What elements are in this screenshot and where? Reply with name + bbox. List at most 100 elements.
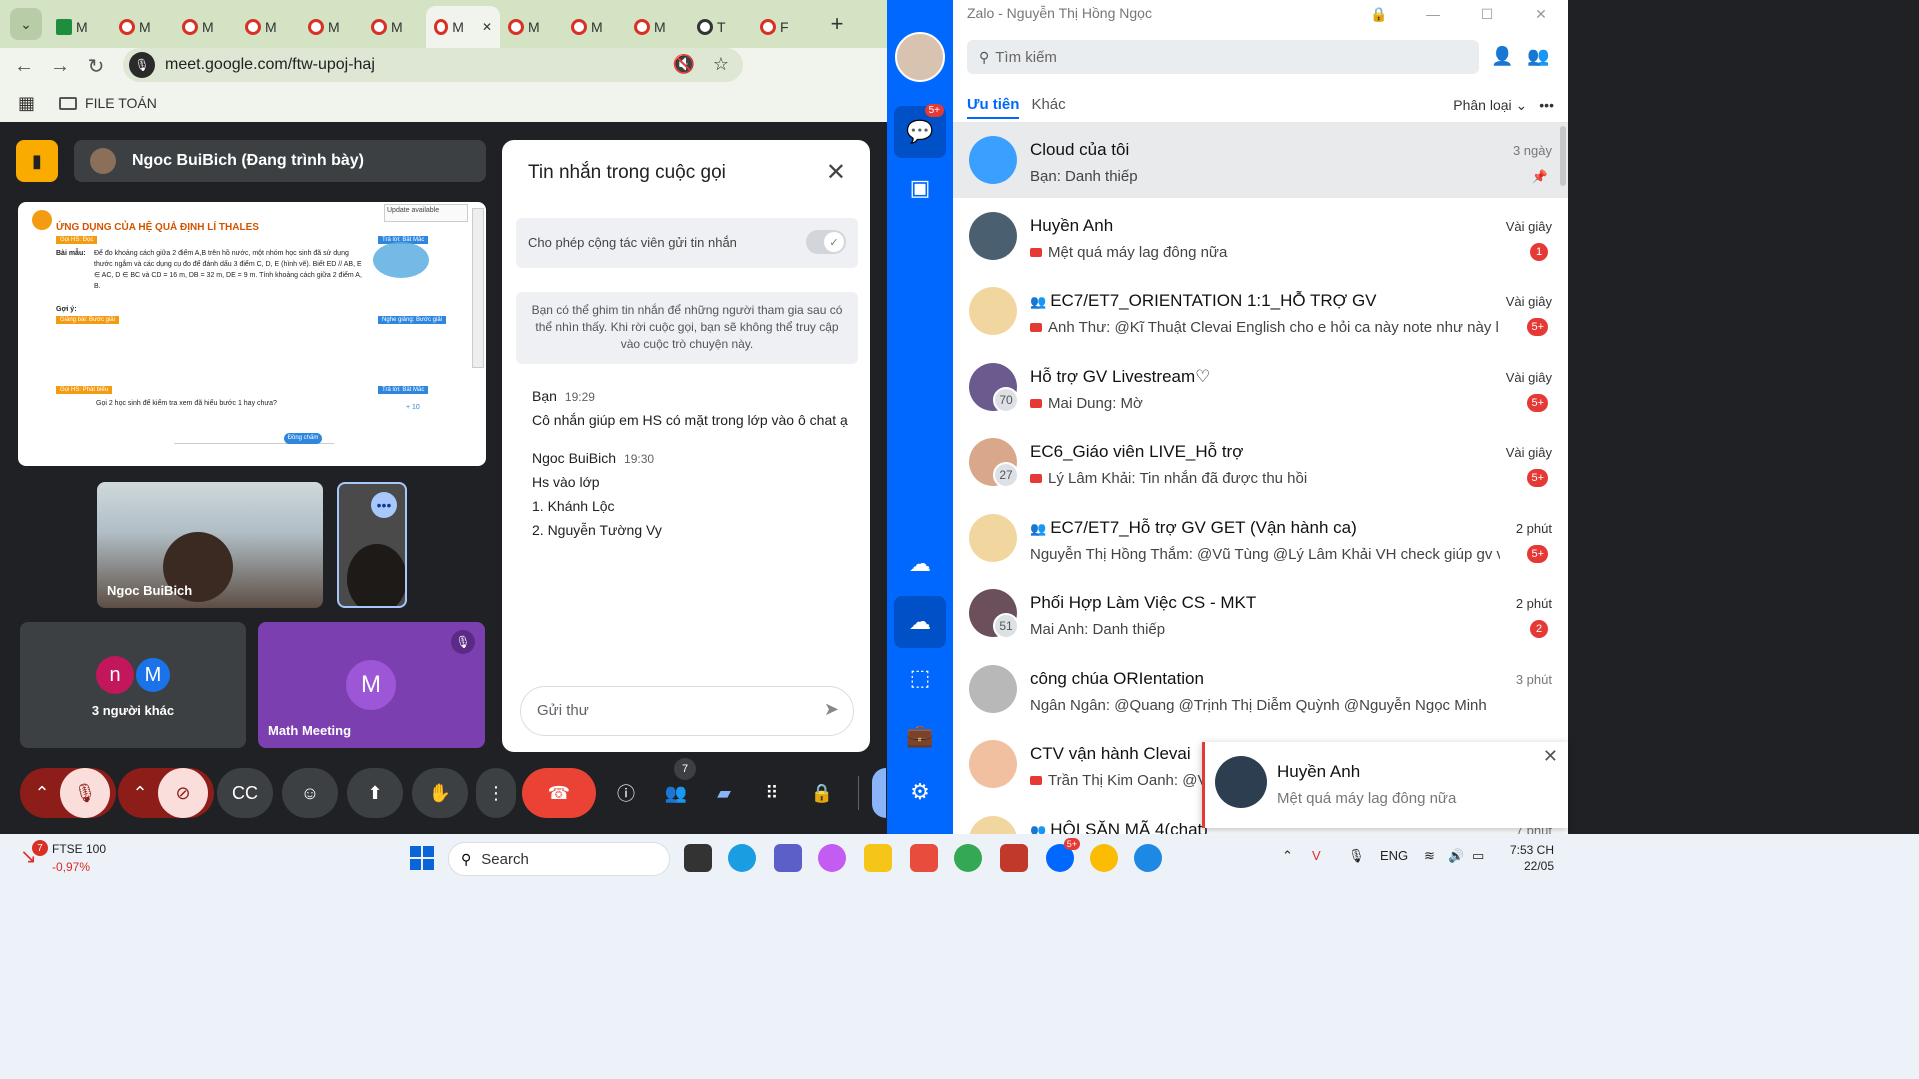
wps-icon[interactable] (910, 844, 938, 872)
browser-tab[interactable]: M (48, 9, 111, 45)
allow-messages-toggle[interactable]: ✓ (806, 230, 846, 254)
toolbox-icon[interactable]: 💼 (894, 710, 946, 762)
task-view-icon[interactable] (684, 844, 712, 872)
tab-muted-icon[interactable]: 🔇 (672, 54, 694, 75)
emoji-reaction-button[interactable]: ☺ (282, 768, 338, 818)
conversation-item[interactable]: công chúa ORIentation Ngân Ngân: @Quang @… (953, 652, 1568, 727)
add-friend-icon[interactable]: 👤 (1491, 46, 1513, 67)
lock-icon[interactable]: 🔒 (1352, 0, 1406, 28)
host-controls-icon[interactable]: 🔒 (802, 768, 842, 818)
app-icon[interactable] (1134, 844, 1162, 872)
chrome-icon[interactable] (954, 844, 982, 872)
screenshot-icon[interactable]: ⬚ (894, 652, 946, 704)
apps-grid-icon[interactable]: ▦ (18, 93, 35, 114)
browser-tab[interactable]: M (563, 9, 626, 45)
browser-tab[interactable]: M (174, 9, 237, 45)
zcloud-icon[interactable]: ☁ (894, 538, 946, 590)
app-icon[interactable] (1000, 844, 1028, 872)
browser-tab[interactable]: M (500, 9, 563, 45)
mic-options-chevron-icon[interactable]: ⌃ (22, 768, 62, 818)
leave-call-button[interactable]: ☎ (522, 768, 596, 818)
chat-message-input[interactable]: Gửi thư ➤ (520, 686, 854, 736)
browser-tab[interactable]: M (111, 9, 174, 45)
copilot-icon[interactable] (818, 844, 846, 872)
browser-tab[interactable]: M (237, 9, 300, 45)
settings-icon[interactable]: ⚙ (894, 766, 946, 818)
close-window-button[interactable]: ✕ (1514, 0, 1568, 28)
bookmark-folder[interactable]: FILE TOÁN (59, 95, 157, 111)
microphone-icon[interactable]: 🎙 (1348, 848, 1365, 864)
volume-icon[interactable]: 🔊 (1448, 848, 1464, 864)
camera-options-chevron-icon[interactable]: ⌃ (120, 768, 160, 818)
back-button[interactable]: ← (6, 48, 42, 84)
new-tab-button[interactable]: + (823, 10, 851, 38)
battery-icon[interactable]: ▭ (1472, 848, 1484, 864)
more-icon[interactable]: ••• (1539, 97, 1554, 114)
close-icon[interactable]: ✕ (826, 158, 846, 187)
participant-tile-math[interactable]: 🎙 M Math Meeting (258, 622, 485, 748)
tab-other[interactable]: Khác (1031, 96, 1065, 119)
tab-priority[interactable]: Ưu tiên (967, 96, 1020, 119)
more-options-icon[interactable]: ••• (371, 492, 397, 518)
participant-tile-others[interactable]: n M 3 người khác (20, 622, 246, 748)
conversation-item[interactable]: Cloud của tôi Bạn: Danh thiếp 3 ngày 📌 (953, 123, 1568, 198)
language-indicator[interactable]: ENG (1380, 848, 1408, 863)
zalo-taskbar-icon[interactable]: 5+ (1046, 838, 1080, 872)
browser-tab[interactable]: F (752, 9, 815, 45)
taskbar-search[interactable]: ⚲ Search (448, 842, 670, 876)
more-options-button[interactable]: ⋮ (476, 768, 516, 818)
teams-icon[interactable] (774, 844, 802, 872)
conversation-item[interactable]: Huyền Anh Mệt quá máy lag đông nữa Vài giâ… (953, 199, 1568, 274)
edge-icon[interactable] (728, 844, 756, 872)
meeting-info-icon[interactable]: ⓘ (606, 768, 646, 818)
conversation-item[interactable]: 51 Phối Hợp Làm Việc CS - MKT Mai Anh: Dan… (953, 576, 1568, 651)
show-hidden-icons[interactable]: ⌃ (1282, 848, 1293, 864)
sticky-notes-icon[interactable] (864, 844, 892, 872)
my-avatar[interactable] (895, 32, 945, 82)
camera-toggle-button[interactable]: ⊘ (158, 768, 208, 818)
browser-tab[interactable]: M (300, 9, 363, 45)
zalo-search-input[interactable]: ⚲ Tìm kiếm (967, 40, 1479, 74)
vpn-icon[interactable]: V (1312, 848, 1321, 863)
minimize-button[interactable]: — (1406, 0, 1460, 28)
browser-tab[interactable]: T (689, 9, 752, 45)
send-icon[interactable]: ➤ (824, 699, 839, 720)
scrollbar[interactable] (1560, 126, 1566, 186)
create-group-icon[interactable]: 👥 (1527, 46, 1549, 67)
chrome-profile-icon[interactable] (1090, 844, 1118, 872)
participant-tile-presenter[interactable]: Ngoc BuiBich (97, 482, 323, 608)
clock[interactable]: 7:53 CH 22/05 (1504, 842, 1554, 874)
wifi-icon[interactable]: ≋ (1424, 848, 1435, 864)
raise-hand-button[interactable]: ✋ (412, 768, 468, 818)
conversation-item[interactable]: 70 Hỗ trợ GV Livestream♡ Mai Dung: Mờ Vài g… (953, 350, 1568, 425)
participant-tile-self[interactable]: ••• (337, 482, 407, 608)
close-tab-icon[interactable]: ✕ (482, 20, 492, 34)
conversation-item[interactable]: 👥 EC7/ET7_ORIENTATION 1:1_HỖ TRỢ GV Anh Th… (953, 274, 1568, 349)
chat-icon[interactable]: ▰ (704, 768, 744, 818)
maximize-button[interactable]: ☐ (1460, 0, 1514, 28)
browser-tab[interactable]: M ✕ (426, 6, 500, 48)
forward-button[interactable]: → (42, 48, 78, 84)
conversation-item[interactable]: 27 EC6_Giáo viên LIVE_Hỗ trợ Lý Lâm Khải: … (953, 425, 1568, 500)
close-icon[interactable]: ✕ (1543, 746, 1558, 767)
messages-icon[interactable]: 💬 5+ (894, 104, 946, 158)
present-screen-button[interactable]: ⬆ (347, 768, 403, 818)
bookmark-star-icon[interactable]: ☆ (713, 54, 729, 75)
companion-button[interactable] (872, 768, 886, 818)
conversation-item[interactable]: 👥 EC7/ET7_Hỗ trợ GV GET (Vận hành ca) Nguy… (953, 501, 1568, 576)
cloud-icon[interactable]: ☁ (894, 596, 946, 648)
tab-search-button[interactable]: ⌄ (10, 8, 42, 40)
meet-layout-icon[interactable]: ▮ (16, 140, 58, 182)
message-notification[interactable]: Huyền Anh Mệt quá máy lag đông nữa ✕ (1202, 742, 1568, 828)
browser-tab[interactable]: M (626, 9, 689, 45)
reload-button[interactable]: ↻ (78, 48, 114, 84)
activities-icon[interactable]: ⠿ (752, 768, 792, 818)
windows-start-icon[interactable] (410, 846, 434, 870)
mic-toggle-button[interactable]: 🎙 (60, 768, 110, 818)
address-bar[interactable]: 🎙 meet.google.com/ftw-upoj-haj 🔇 ☆ (123, 48, 743, 82)
browser-tab[interactable]: M (363, 9, 426, 45)
captions-button[interactable]: CC (217, 768, 273, 818)
site-info-icon[interactable]: 🎙 (129, 52, 155, 78)
classify-dropdown[interactable]: Phân loại ⌄ (1453, 97, 1527, 114)
contacts-icon[interactable]: ▣ (894, 162, 946, 214)
